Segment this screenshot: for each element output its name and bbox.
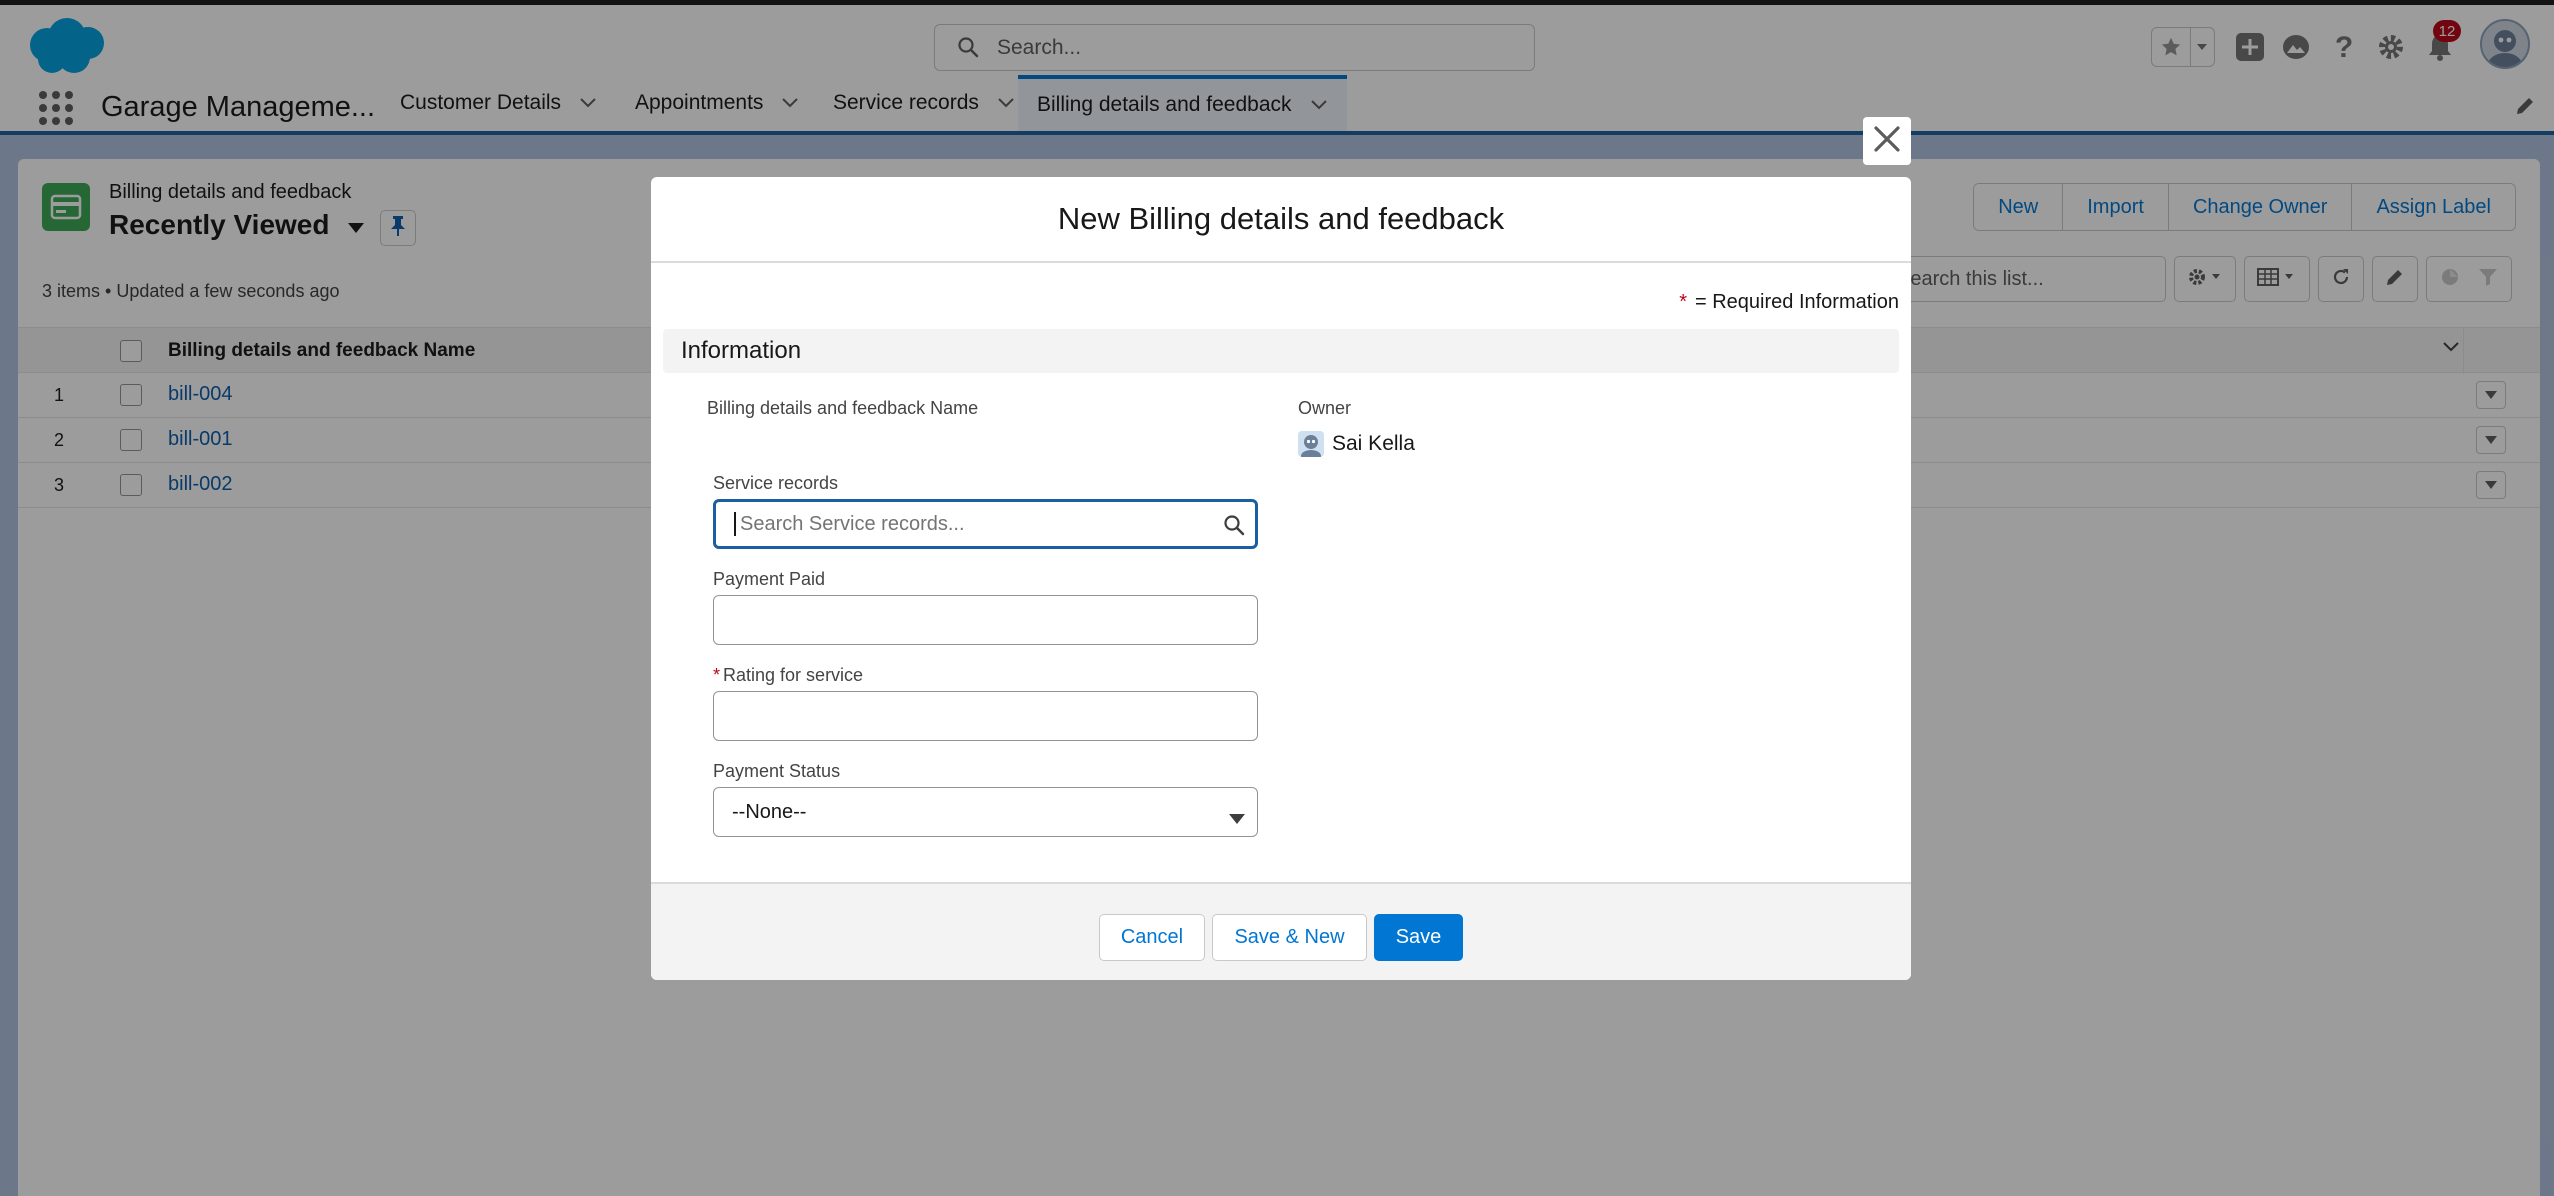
save-button[interactable]: Save bbox=[1374, 914, 1463, 961]
service-records-lookup[interactable]: Search Service records... bbox=[713, 499, 1258, 549]
section-information[interactable]: Information bbox=[663, 329, 1899, 373]
rating-for-service-input[interactable] bbox=[713, 691, 1258, 741]
owner-field-label: Owner bbox=[1298, 398, 1352, 418]
required-info-text: = Required Information bbox=[1694, 291, 1899, 313]
text-cursor bbox=[734, 512, 736, 536]
new-record-modal: New Billing details and feedback * = Requ… bbox=[651, 177, 1911, 980]
modal-footer: Cancel Save & New Save bbox=[651, 882, 1911, 980]
service-records-placeholder: Search Service records... bbox=[740, 512, 965, 535]
owner-name[interactable]: Sai Kella bbox=[1332, 432, 1415, 456]
avatar bbox=[1298, 431, 1324, 457]
cancel-button[interactable]: Cancel bbox=[1099, 914, 1205, 961]
rating-for-service-label: * Rating for service bbox=[713, 665, 863, 686]
close-modal-button[interactable] bbox=[1863, 117, 1911, 165]
owner-value: Sai Kella bbox=[1298, 431, 1415, 457]
name-field-label: Billing details and feedback Name bbox=[707, 398, 979, 418]
required-asterisk: * bbox=[1679, 291, 1687, 313]
close-icon bbox=[1873, 125, 1901, 158]
payment-status-select[interactable]: --None-- bbox=[713, 787, 1258, 837]
rating-label-text: Rating for service bbox=[723, 665, 864, 685]
payment-status-value: --None-- bbox=[732, 800, 807, 823]
required-info-note: * = Required Information bbox=[1679, 291, 1899, 314]
save-and-new-button[interactable]: Save & New bbox=[1212, 914, 1367, 961]
search-icon bbox=[1223, 514, 1245, 542]
caret-down-icon bbox=[1229, 807, 1245, 830]
payment-paid-label: Payment Paid bbox=[713, 569, 826, 589]
modal-title: New Billing details and feedback bbox=[651, 177, 1911, 263]
payment-status-label: Payment Status bbox=[713, 761, 841, 781]
service-records-label: Service records bbox=[713, 473, 839, 493]
payment-paid-input[interactable] bbox=[713, 595, 1258, 645]
required-asterisk: * bbox=[713, 665, 721, 685]
